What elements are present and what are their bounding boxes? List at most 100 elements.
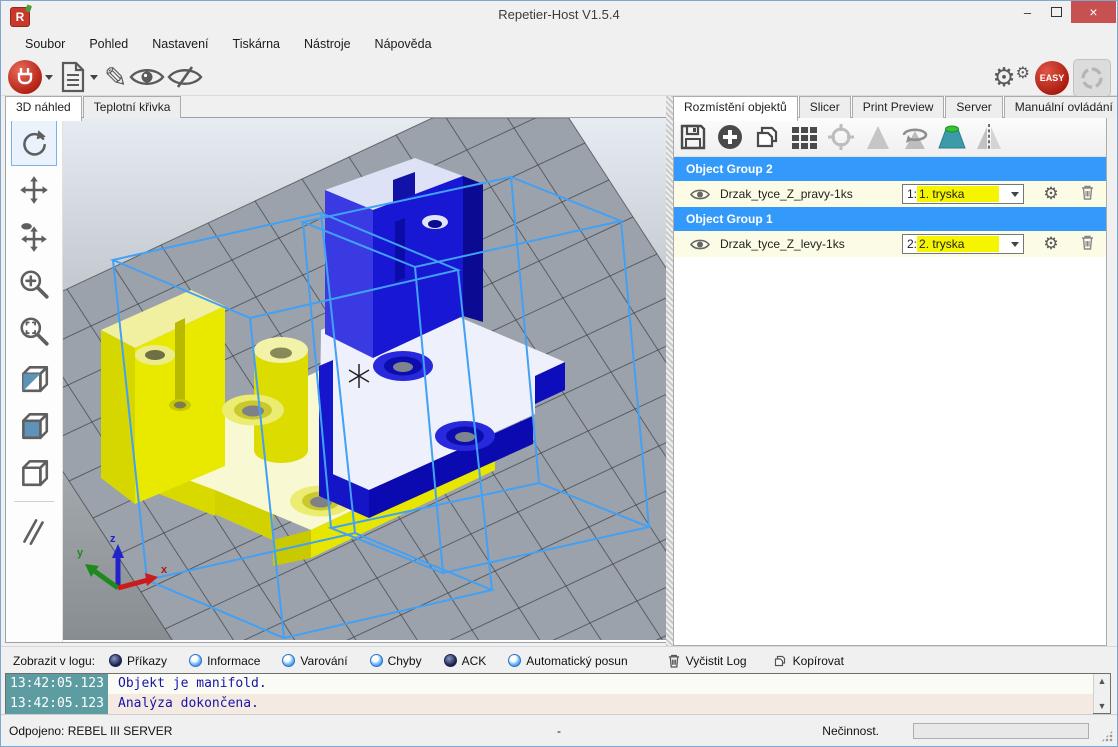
toggle-automaticky-posun[interactable]: Automatický posun	[508, 654, 627, 668]
center-object-button[interactable]	[826, 122, 856, 152]
front-cube-icon	[18, 409, 50, 441]
easy-mode-button[interactable]: EASY	[1035, 61, 1069, 95]
zoom-in-button[interactable]	[11, 261, 57, 307]
tab-print-preview[interactable]: Print Preview	[852, 96, 945, 118]
menu-soubor[interactable]: Soubor	[13, 33, 77, 55]
close-button[interactable]: ×	[1071, 1, 1116, 23]
isometric-view-button[interactable]	[11, 355, 57, 401]
rotate-object-button[interactable]	[900, 122, 930, 152]
tab-3d-nahled[interactable]: 3D náhled	[5, 96, 82, 121]
tab-slicer[interactable]: Slicer	[799, 96, 851, 118]
menu-tiskarna[interactable]: Tiskárna	[221, 33, 292, 55]
extruder-value: 1. tryska	[917, 186, 999, 202]
minimize-button[interactable]: –	[1013, 1, 1042, 23]
show-filament-button[interactable]	[128, 59, 166, 95]
maximize-button[interactable]	[1042, 1, 1071, 23]
drop-object-button[interactable]	[937, 122, 967, 152]
front-view-button[interactable]	[11, 402, 57, 448]
toggle-informace[interactable]: Informace	[189, 654, 260, 668]
copy-log-button[interactable]: Kopírovat	[773, 654, 844, 668]
axis-x-label: x	[161, 564, 168, 576]
save-objects-button[interactable]	[678, 122, 708, 152]
top-view-button[interactable]	[11, 449, 57, 495]
clear-log-button[interactable]: Vyčistit Log	[668, 654, 747, 668]
object-group-header[interactable]: Object Group 2	[674, 157, 1106, 181]
menu-nastaveni[interactable]: Nastavení	[140, 33, 220, 55]
extruder-prefix: 1:	[907, 187, 917, 201]
log-filter-label: Zobrazit v logu:	[13, 654, 95, 668]
load-dropdown-caret[interactable]	[90, 75, 98, 80]
toggle-chyby[interactable]: Chyby	[370, 654, 422, 668]
extruder-select[interactable]: 2:2. tryska	[902, 234, 1024, 254]
autoposition-button[interactable]	[789, 122, 819, 152]
parallel-projection-button[interactable]	[11, 508, 57, 554]
log-row: 13:42:05.123 Analýza dokončena.	[6, 694, 1093, 714]
menu-napoveda[interactable]: Nápověda	[363, 33, 444, 55]
select-caret-icon	[1011, 192, 1019, 197]
object-row[interactable]: Drzak_tyce_Z_pravy-1ks 1:1. tryska ⚙	[674, 181, 1106, 207]
connect-dropdown-caret[interactable]	[45, 75, 53, 80]
trash-icon	[1081, 235, 1094, 250]
tab-rozmisteni-objektu[interactable]: Rozmístění objektů	[673, 96, 798, 121]
menu-nastroje[interactable]: Nástroje	[292, 33, 363, 55]
rotate-view-button[interactable]	[11, 120, 57, 166]
delete-object-button[interactable]	[1068, 185, 1106, 203]
3d-viewport[interactable]: x y z	[63, 118, 666, 640]
visibility-eye-icon[interactable]	[690, 188, 710, 201]
pane-splitter[interactable]	[666, 96, 673, 646]
preview-pane: 3D náhled Teplotní křivka	[1, 96, 669, 646]
view-toolbar	[6, 118, 63, 642]
visibility-eye-icon[interactable]	[690, 238, 710, 251]
toggle-sphere-icon	[282, 654, 295, 667]
document-icon	[59, 61, 87, 93]
scale-object-button[interactable]	[863, 122, 893, 152]
printer-settings-button[interactable]: ⚙⚙	[991, 60, 1031, 96]
copy-object-button[interactable]	[752, 122, 782, 152]
menu-pohled[interactable]: Pohled	[77, 33, 140, 55]
load-file-button[interactable]	[58, 59, 88, 95]
connect-button[interactable]	[7, 59, 43, 95]
zoom-fit-button[interactable]	[11, 308, 57, 354]
trash-icon	[1081, 185, 1094, 200]
toggle-sphere-icon	[444, 654, 457, 667]
log-scrollbar[interactable]: ▲ ▼	[1093, 674, 1110, 713]
move-icon	[18, 174, 50, 206]
move-object-button[interactable]	[11, 214, 57, 260]
object-pane: Rozmístění objektů Slicer Print Preview …	[673, 96, 1117, 646]
move-view-button[interactable]	[11, 167, 57, 213]
gears-icon: ⚙⚙	[992, 65, 1030, 91]
select-caret-icon	[1011, 242, 1019, 247]
object-name: Drzak_tyce_Z_pravy-1ks	[720, 187, 902, 201]
log-row: 13:42:05.123 Objekt je manifold.	[6, 674, 1093, 694]
tab-teplotni-krivka[interactable]: Teplotní křivka	[83, 96, 182, 118]
toggle-prikazy[interactable]: Příkazy	[109, 654, 167, 668]
copy-icon	[773, 654, 787, 668]
parallel-lines-icon	[18, 515, 50, 547]
add-object-button[interactable]	[715, 122, 745, 152]
axis-z-label: z	[110, 533, 116, 545]
object-group-header[interactable]: Object Group 1	[674, 207, 1106, 231]
main-area: 3D náhled Teplotní křivka	[1, 96, 1117, 646]
log-message: Analýza dokončena.	[108, 694, 1093, 714]
hide-travel-button[interactable]	[166, 59, 204, 95]
extruder-prefix: 2:	[907, 237, 917, 251]
object-settings-gear-button[interactable]: ⚙	[1034, 184, 1068, 204]
delete-object-button[interactable]	[1068, 235, 1106, 253]
emergency-icon	[1079, 65, 1105, 91]
toggle-ack[interactable]: ACK	[444, 654, 487, 668]
tab-server[interactable]: Server	[945, 96, 1002, 118]
object-settings-gear-button[interactable]: ⚙	[1034, 234, 1068, 254]
edit-object-button[interactable]: ✎	[103, 59, 128, 95]
log-output[interactable]: 13:42:05.123 Objekt je manifold. 13:42:0…	[5, 673, 1111, 714]
scroll-down-icon[interactable]: ▼	[1098, 701, 1107, 711]
mirror-object-button[interactable]	[974, 122, 1004, 152]
resize-grip[interactable]	[1101, 730, 1113, 742]
menubar: Soubor Pohled Nastavení Tiskárna Nástroj…	[1, 31, 1117, 57]
window-title: Repetier-Host V1.5.4	[1, 7, 1117, 22]
object-row[interactable]: Drzak_tyce_Z_levy-1ks 2:2. tryska ⚙	[674, 231, 1106, 257]
tab-manualni-ovladani[interactable]: Manuální ovládání	[1004, 96, 1118, 118]
emergency-stop-button[interactable]	[1073, 59, 1111, 97]
scroll-up-icon[interactable]: ▲	[1098, 676, 1107, 686]
toggle-varovani[interactable]: Varování	[282, 654, 347, 668]
extruder-select[interactable]: 1:1. tryska	[902, 184, 1024, 204]
